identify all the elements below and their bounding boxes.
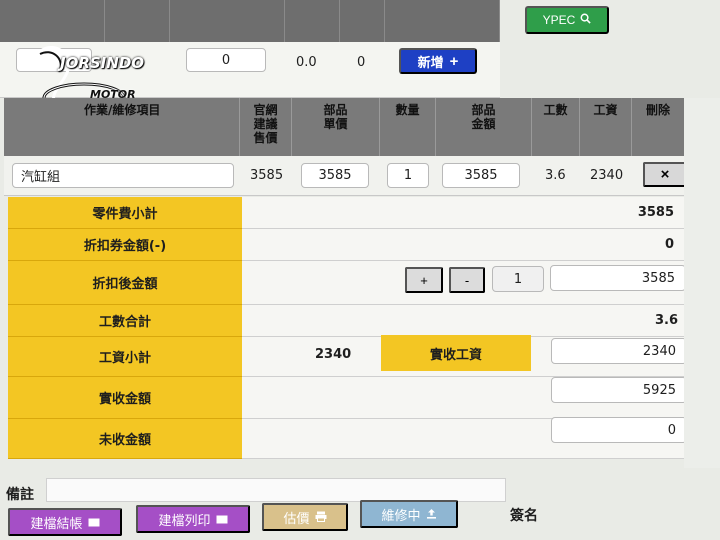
labor-hours-total-row: 3.6 — [242, 305, 684, 337]
table-row: 汽缸組 3585 3585 1 3585 3.6 2340 — [4, 156, 684, 196]
labor-cost-value: 2340 — [590, 168, 624, 183]
header-part-amount: 部品 金額 — [436, 98, 532, 156]
logo-brand-text: JORSINDO — [60, 54, 145, 72]
quantity-field[interactable]: 1 — [387, 163, 429, 188]
actual-labor-field[interactable]: 2340 — [551, 338, 687, 364]
delete-row-button[interactable]: × — [643, 162, 687, 187]
printer-icon — [315, 510, 327, 525]
ypec-button-label: YPEC — [542, 13, 576, 27]
labor-hours-total-label: 工數合計 — [8, 305, 242, 337]
print-button-label: 建檔列印 — [158, 512, 211, 528]
labor-hours-total-value: 3.6 — [654, 313, 678, 328]
note-input[interactable] — [46, 478, 506, 502]
received-amount-field[interactable]: 5925 — [551, 377, 687, 403]
save-print-button[interactable]: 建檔列印 — [136, 505, 250, 533]
repairing-button-label: 維修中 — [381, 507, 421, 523]
after-discount-field[interactable]: 3585 — [550, 265, 686, 291]
increase-button[interactable]: + — [405, 267, 443, 293]
unpaid-amount-field[interactable]: 0 — [551, 417, 687, 443]
save-checkout-button[interactable]: 建檔結帳 — [8, 508, 122, 536]
header-item: 作業/維修項目 — [4, 98, 240, 156]
top-cell — [285, 0, 340, 42]
header-part-unit-price: 部品 單價 — [292, 98, 380, 156]
parts-subtotal-value: 3585 — [637, 205, 674, 220]
part-amount-field[interactable]: 3585 — [442, 163, 520, 188]
header-labor-hours: 工數 — [532, 98, 580, 156]
header-labor-cost: 工資 — [580, 98, 632, 156]
official-price-value: 3585 — [250, 168, 284, 183]
ypec-search-button[interactable]: YPEC — [525, 6, 609, 34]
header-official-price: 官網 建議 售價 — [240, 98, 292, 156]
header-delete: 刪除 — [645, 103, 670, 117]
card-icon — [88, 515, 100, 530]
add-item-button[interactable]: 新增 + — [399, 48, 477, 74]
cost-value: 0 — [357, 55, 366, 70]
search-icon — [580, 13, 592, 27]
header-quantity: 數量 — [380, 98, 436, 156]
coupon-amount-label: 折扣券金額(-) — [8, 229, 242, 261]
hours-value: 0.0 — [296, 55, 317, 70]
estimate-button-label: 估價 — [283, 510, 310, 526]
unpaid-amount-label: 未收金額 — [8, 419, 242, 459]
items-table-header: 作業/維修項目 官網 建議 售價 部品 單價 數量 部品 金額 工數 工資 刪除 — [4, 98, 684, 156]
coupon-amount-row: 0 — [242, 229, 684, 261]
top-cell — [105, 0, 170, 42]
decrease-button[interactable]: - — [449, 267, 485, 293]
card-icon — [216, 512, 228, 527]
parts-subtotal-row: 3585 — [242, 197, 684, 229]
right-margin — [684, 98, 720, 468]
note-label: 備註 — [6, 487, 34, 503]
top-cell — [385, 0, 500, 42]
top-header-bar — [0, 0, 500, 42]
checkout-button-label: 建檔結帳 — [30, 515, 83, 531]
labor-subtotal-label: 工資小計 — [8, 337, 242, 377]
actual-labor-label: 實收工資 — [381, 335, 531, 371]
top-cell — [340, 0, 385, 42]
close-icon: × — [660, 166, 670, 183]
coupon-amount-value: 0 — [664, 237, 674, 252]
labor-subtotal-value: 2340 — [315, 347, 352, 362]
signature-label: 簽名 — [510, 508, 538, 524]
part-unit-price-field[interactable]: 3585 — [301, 163, 369, 188]
parts-subtotal-label: 零件費小計 — [8, 197, 242, 229]
item-name-field[interactable]: 汽缸組 — [12, 163, 234, 188]
repairing-button[interactable]: 維修中 — [360, 500, 458, 528]
after-discount-label: 折扣後金額 — [8, 261, 242, 305]
top-cell — [0, 0, 105, 42]
plus-icon: + — [449, 52, 459, 70]
discount-qty-field[interactable]: 1 — [492, 266, 544, 292]
labor-hours-value: 3.6 — [545, 168, 566, 183]
estimate-button[interactable]: 估價 — [262, 503, 348, 531]
upload-icon — [426, 507, 437, 522]
top-cell — [170, 0, 285, 42]
price-input[interactable]: 0 — [186, 48, 266, 72]
add-button-label: 新增 — [417, 54, 444, 70]
received-amount-label: 實收金額 — [8, 377, 242, 419]
